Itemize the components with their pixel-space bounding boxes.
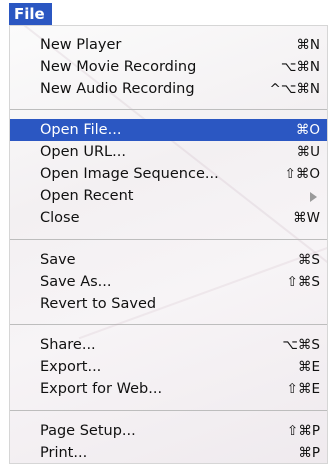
menu-item-label: Export for Web... [40, 381, 163, 397]
menu-item-shortcut: ⌘E [297, 359, 320, 375]
menu-item-label: Open Recent [40, 188, 134, 204]
menu-item-open-file[interactable]: Open File... ⌘O [10, 119, 327, 141]
menu-item-shortcut: ⌘P [298, 445, 320, 461]
menu-separator [10, 239, 327, 240]
menu-item-new-player[interactable]: New Player ⌘N [10, 34, 327, 56]
menu-item-open-url[interactable]: Open URL... ⌘U [10, 141, 327, 163]
file-menu-title[interactable]: File [9, 3, 52, 25]
menu-item-label: Save [40, 252, 76, 268]
triangle-right-icon [310, 192, 317, 202]
menu-item-save-as[interactable]: Save As... ⇧⌘S [10, 271, 327, 293]
menu-item-shortcut: ⌘U [296, 144, 320, 160]
menu-item-shortcut: ⌘W [293, 210, 320, 226]
menu-item-revert-to-saved[interactable]: Revert to Saved [10, 293, 327, 315]
menu-item-shortcut: ⇧⌘E [286, 381, 320, 397]
menu-item-export-for-web[interactable]: Export for Web... ⇧⌘E [10, 378, 327, 400]
menu-item-label: Share... [40, 337, 96, 353]
menu-item-open-image-sequence[interactable]: Open Image Sequence... ⇧⌘O [10, 163, 327, 185]
menu-item-shortcut: ⇧⌘P [287, 423, 320, 439]
menu-item-shortcut: ⇧⌘O [284, 166, 320, 182]
menu-separator [10, 109, 327, 110]
menu-item-label: Revert to Saved [40, 296, 157, 312]
menu-item-shortcut: ^⌥⌘N [269, 81, 320, 97]
menu-item-shortcut: ⌘O [295, 122, 320, 138]
menu-item-label: New Audio Recording [40, 81, 195, 97]
menu-item-shortcut: ⌥⌘N [280, 59, 320, 75]
menu-item-label: Open URL... [40, 144, 126, 160]
menu-separator [10, 410, 327, 411]
menu-separator [10, 324, 327, 325]
menu-item-export[interactable]: Export... ⌘E [10, 356, 327, 378]
menu-item-new-audio-recording[interactable]: New Audio Recording ^⌥⌘N [10, 78, 327, 100]
menu-item-close[interactable]: Close ⌘W [10, 207, 327, 229]
menu-item-label: Save As... [40, 274, 112, 290]
menu-item-shortcut: ⌘N [296, 37, 320, 53]
menu-item-save[interactable]: Save ⌘S [10, 249, 327, 271]
menu-item-label: Open Image Sequence... [40, 166, 219, 182]
menu-item-open-recent[interactable]: Open Recent [10, 185, 327, 207]
menu-item-new-movie-recording[interactable]: New Movie Recording ⌥⌘N [10, 56, 327, 78]
menu-item-label: Page Setup... [40, 423, 136, 439]
menu-item-print[interactable]: Print... ⌘P [10, 442, 327, 463]
menu-item-label: Print... [40, 445, 88, 461]
menu-item-shortcut: ⌥⌘S [282, 337, 320, 353]
file-menu-dropdown: New Player ⌘N New Movie Recording ⌥⌘N Ne… [9, 25, 328, 464]
menu-item-label: Export... [40, 359, 102, 375]
menu-item-shortcut: ⌘S [297, 252, 320, 268]
menu-item-label: Close [40, 210, 80, 226]
menu-item-label: New Movie Recording [40, 59, 197, 75]
menu-item-share[interactable]: Share... ⌥⌘S [10, 334, 327, 356]
menu-item-shortcut: ⇧⌘S [286, 274, 320, 290]
menu-item-page-setup[interactable]: Page Setup... ⇧⌘P [10, 420, 327, 442]
menu-item-label: New Player [40, 37, 122, 53]
menu-item-label: Open File... [40, 122, 122, 138]
